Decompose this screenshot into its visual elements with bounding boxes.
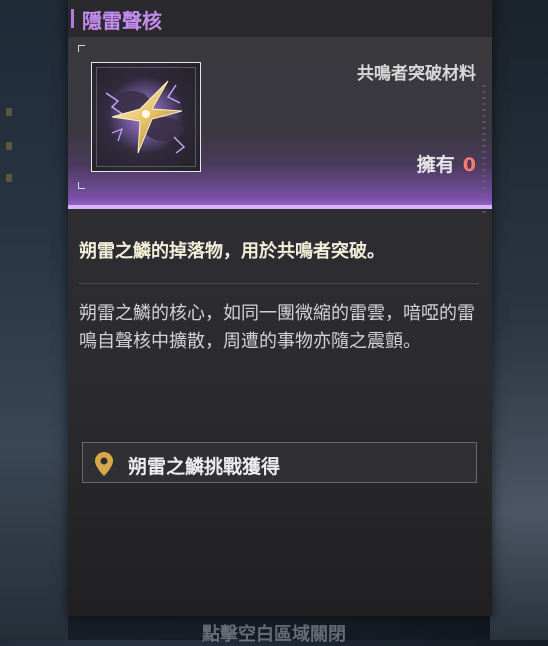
banner-accent-line — [68, 205, 492, 209]
background-left — [0, 0, 68, 640]
item-icon-frame — [91, 62, 201, 172]
background-marker — [6, 142, 12, 150]
owned-label: 擁有 — [416, 154, 455, 176]
decorative-dots — [482, 85, 486, 215]
background-marker — [6, 174, 12, 182]
item-title: 隱雷聲核 — [82, 9, 162, 33]
corner-mark — [78, 45, 85, 52]
source-button[interactable]: 朔雷之鱗挑戰獲得 — [82, 442, 477, 483]
item-category: 共鳴者突破材料 — [357, 64, 476, 84]
title-bar: 隱雷聲核 — [68, 0, 492, 37]
corner-mark — [78, 182, 85, 189]
divider — [79, 283, 479, 284]
item-long-description: 朔雷之鱗的核心，如同一團微縮的雷雲，喑啞的雷鳴自聲核中擴散，周遭的事物亦隨之震顫… — [79, 303, 475, 352]
lightning-core-icon — [105, 77, 186, 154]
item-banner: 共鳴者突破材料 擁有 0 — [68, 37, 492, 215]
close-hint[interactable]: 點擊空白區域關閉 — [0, 620, 548, 646]
background-marker — [6, 108, 12, 116]
location-pin-icon — [95, 452, 113, 476]
title-accent-bar — [71, 9, 74, 28]
item-short-description: 朔雷之鱗的掉落物，用於共鳴者突破。 — [79, 241, 385, 262]
source-label: 朔雷之鱗挑戰獲得 — [128, 456, 281, 478]
owned-count: 0 — [462, 154, 476, 176]
owned-count-row: 擁有 0 — [417, 150, 476, 177]
background-right — [490, 0, 548, 640]
item-detail-card: 隱雷聲核 共鳴者突破材料 擁有 0 朔雷之鱗的掉落物，用於共鳴者突破。 朔雷之鱗… — [68, 0, 492, 616]
